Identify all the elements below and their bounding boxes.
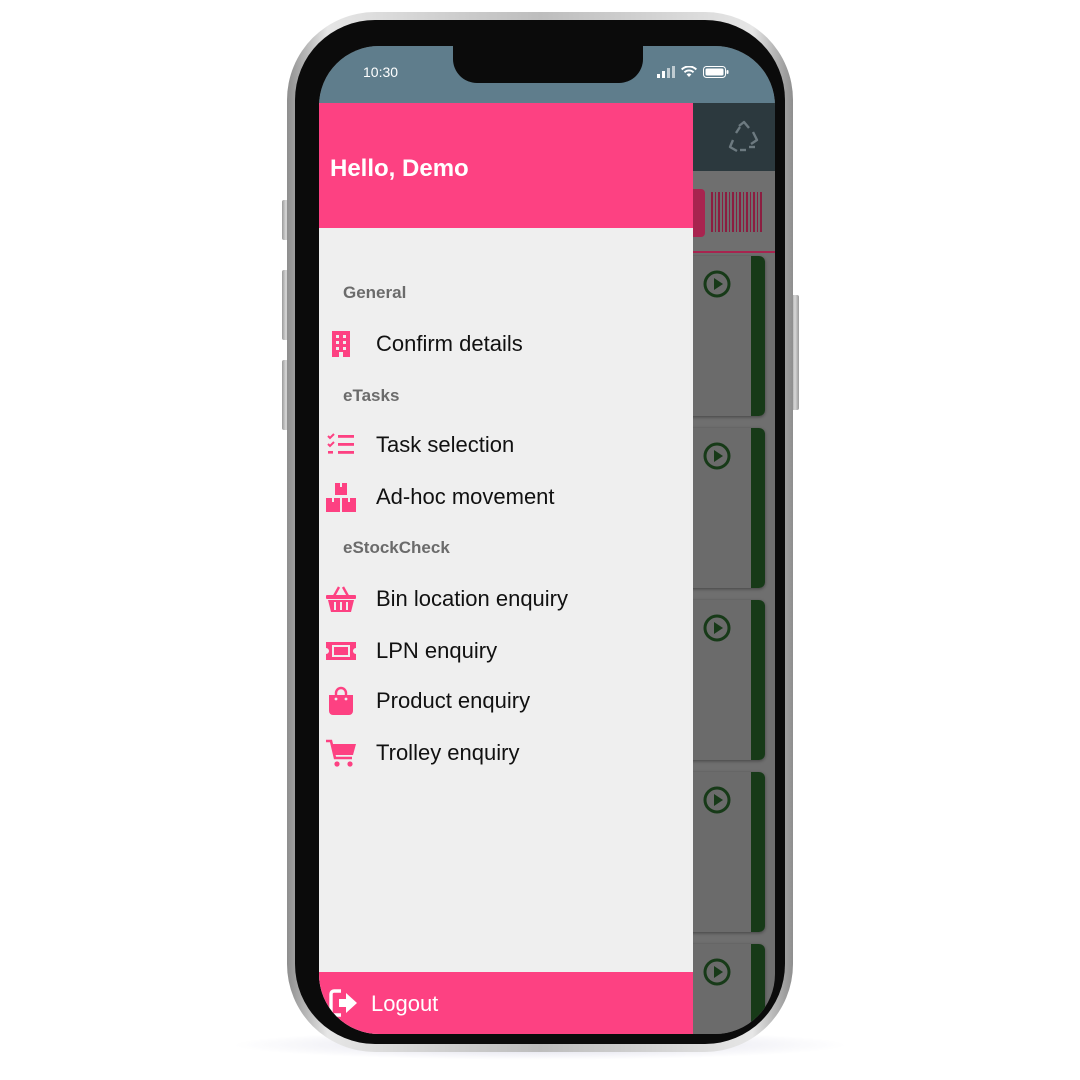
barcode-icon[interactable] [711,192,763,232]
drawer-header: Hello, Demo [319,103,693,228]
battery-icon [703,66,729,78]
menu-item-confirm-details[interactable]: Confirm details [319,321,693,367]
card-stripe [751,256,765,416]
signal-icon [657,66,675,78]
menu-item-label: Product enquiry [376,688,531,713]
menu-item-ad-hoc-movement[interactable]: Ad-hoc movement [319,474,693,520]
phone-screen: 10:30 Hello, Demo General Confirm detail… [319,46,775,1034]
play-icon[interactable] [703,442,731,470]
menu-item-task-selection[interactable]: Task selection [319,422,693,468]
recycle-icon[interactable] [727,120,761,154]
cart-icon [326,739,356,767]
wifi-icon [681,66,697,77]
card-stripe [751,944,765,1034]
building-icon [332,331,350,357]
basket-icon [326,586,356,612]
notch [453,46,643,83]
card-stripe [751,772,765,932]
shopping-bag-icon [329,686,353,715]
status-icons [657,66,729,78]
menu-item-label: Task selection [376,432,515,457]
phone-frame: 10:30 Hello, Demo General Confirm detail… [287,12,793,1052]
card-stripe [751,428,765,588]
section-title-estockcheck: eStockCheck [343,538,450,557]
play-icon[interactable] [703,614,731,642]
menu-item-label: Bin location enquiry [376,586,569,611]
phone-bezel: 10:30 Hello, Demo General Confirm detail… [295,20,785,1044]
menu-item-bin-location-enquiry[interactable]: Bin location enquiry [319,576,693,622]
logout-icon [329,989,357,1017]
menu-item-label: Trolley enquiry [376,740,520,765]
card-stripe [751,600,765,760]
section-title-general: General [343,283,407,302]
menu-item-label: Ad-hoc movement [376,484,555,509]
logout-label: Logout [371,991,439,1016]
menu-item-label: LPN enquiry [376,638,498,663]
logout-button[interactable]: Logout [319,972,693,1034]
menu-item-label: Confirm details [376,331,523,356]
menu-item-product-enquiry[interactable]: Product enquiry [319,678,693,724]
checklist-icon [327,433,354,454]
play-icon[interactable] [703,270,731,298]
section-title-etasks: eTasks [343,386,400,405]
play-icon[interactable] [703,958,731,986]
ticket-icon [326,642,356,660]
menu-item-lpn-enquiry[interactable]: LPN enquiry [319,628,693,674]
menu-item-trolley-enquiry[interactable]: Trolley enquiry [319,730,693,776]
boxes-icon [326,483,356,512]
status-time: 10:30 [363,64,399,80]
play-icon[interactable] [703,786,731,814]
navigation-drawer: Hello, Demo General Confirm details eTas… [319,103,693,1034]
greeting-text: Hello, Demo [330,155,469,182]
